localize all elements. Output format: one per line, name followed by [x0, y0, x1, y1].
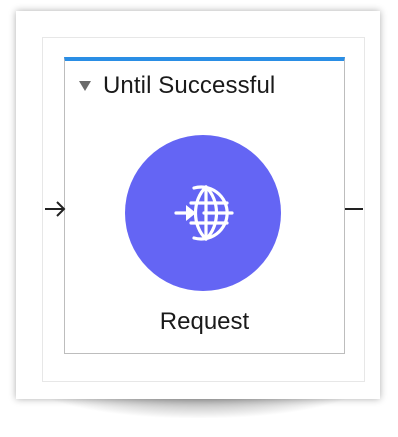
request-component[interactable]	[125, 135, 281, 291]
globe-request-icon	[164, 174, 242, 252]
component-label: Request	[159, 308, 250, 335]
until-successful-scope[interactable]: Until Successful Request	[64, 57, 345, 354]
outgoing-connector-line	[345, 208, 363, 210]
scope-header[interactable]: Until Successful	[79, 71, 275, 101]
scope-title: Until Successful	[103, 72, 276, 99]
incoming-connector-arrow	[44, 198, 68, 225]
collapse-triangle-icon[interactable]	[79, 81, 91, 91]
